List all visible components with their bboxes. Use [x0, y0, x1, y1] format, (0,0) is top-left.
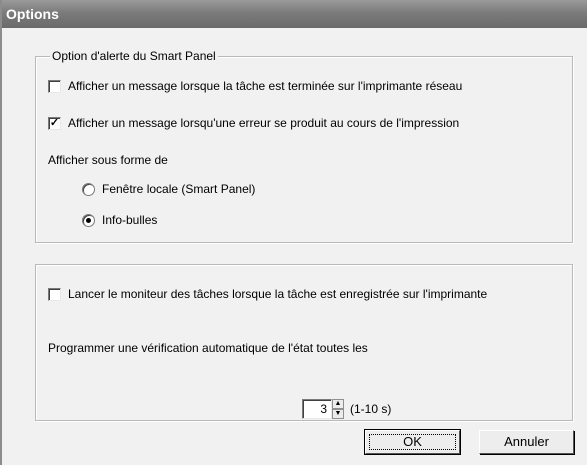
error-message-label: Afficher un message lorsqu'une erreur se… — [68, 116, 460, 130]
network-message-checkbox[interactable] — [48, 79, 61, 93]
network-message-label: Afficher un message lorsque la tâche est… — [68, 79, 463, 93]
display-as-label: Afficher sous forme de — [48, 153, 168, 167]
tooltip-label: Info-bulles — [102, 213, 158, 227]
cancel-button-label: Annuler — [504, 434, 549, 449]
error-message-checkbox-row[interactable]: ✓ Afficher un message lorsqu'une erreur … — [48, 116, 459, 130]
tooltip-radio-row[interactable]: Info-bulles — [82, 213, 157, 227]
local-window-label: Fenêtre locale (Smart Panel) — [102, 182, 256, 196]
local-window-radio[interactable] — [82, 182, 95, 196]
cancel-button[interactable]: Annuler — [479, 430, 574, 454]
launch-monitor-checkbox-row[interactable]: Lancer le moniteur des tâches lorsque la… — [48, 287, 487, 301]
stepper-up-icon[interactable]: ▲ — [332, 399, 344, 409]
schedule-label-row: Programmer une vérification automatique … — [48, 341, 368, 355]
error-message-checkbox[interactable]: ✓ — [48, 116, 61, 130]
launch-monitor-label: Lancer le moniteur des tâches lorsque la… — [68, 287, 488, 301]
dialog-title: Options — [6, 6, 59, 22]
ok-button[interactable]: OK — [364, 429, 461, 455]
interval-input[interactable]: 3 — [302, 399, 332, 419]
local-window-radio-row[interactable]: Fenêtre locale (Smart Panel) — [82, 182, 255, 196]
launch-monitor-checkbox[interactable] — [48, 287, 61, 301]
group-legend: Option d'alerte du Smart Panel — [50, 49, 218, 63]
network-message-checkbox-row[interactable]: Afficher un message lorsque la tâche est… — [48, 79, 462, 93]
schedule-label: Programmer une vérification automatique … — [48, 341, 368, 355]
ok-focus-rect — [369, 434, 456, 450]
tooltip-radio[interactable] — [82, 213, 95, 227]
title-bar: Options — [2, 0, 587, 28]
options-dialog: Options Option d'alerte du Smart Panel A… — [0, 0, 587, 465]
interval-unit: (1-10 s) — [350, 402, 392, 416]
stepper-down-icon[interactable]: ▼ — [332, 409, 344, 419]
display-as-label-row: Afficher sous forme de — [48, 153, 168, 167]
interval-stepper[interactable]: ▲ ▼ — [332, 399, 344, 419]
